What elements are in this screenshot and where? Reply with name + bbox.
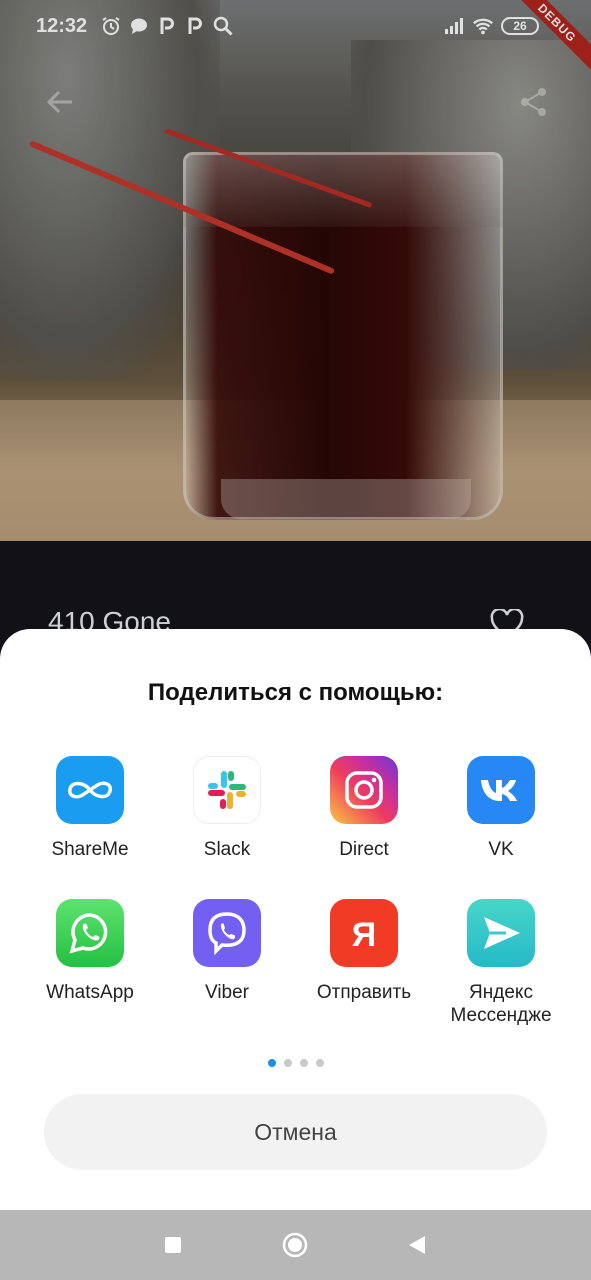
home-circle-icon[interactable] <box>282 1232 308 1258</box>
share-target-label: VK <box>488 839 514 860</box>
share-target-slack[interactable]: Slack <box>162 756 292 861</box>
viber-icon <box>193 899 261 967</box>
slack-icon <box>193 756 261 824</box>
yandex-icon: Я <box>330 899 398 967</box>
instagram-icon <box>330 756 398 824</box>
vk-icon <box>467 756 535 824</box>
page-indicator <box>0 1059 591 1067</box>
share-target-vk[interactable]: VK <box>436 756 566 861</box>
share-target-viber[interactable]: Viber <box>162 899 292 1004</box>
page-dot[interactable] <box>315 1059 324 1067</box>
svg-text:Я: Я <box>352 916 376 954</box>
share-target-label: Яндекс Мессендже <box>450 982 552 1026</box>
page-dot[interactable] <box>283 1059 292 1067</box>
share-target-whatsapp[interactable]: WhatsApp <box>25 899 155 1004</box>
share-target-label: WhatsApp <box>46 982 134 1003</box>
share-target-label: Viber <box>204 982 249 1003</box>
back-triangle-icon[interactable] <box>404 1232 430 1258</box>
share-target-yandex[interactable]: Я Отправить <box>299 899 429 1004</box>
share-target-direct[interactable]: Direct <box>299 756 429 861</box>
share-target-yandex-messenger[interactable]: Яндекс Мессендже <box>436 899 566 1027</box>
share-target-label: Direct <box>339 839 389 860</box>
page-dot-active[interactable] <box>267 1059 276 1067</box>
recents-square-icon[interactable] <box>160 1232 186 1258</box>
yandex-messenger-icon <box>467 899 535 967</box>
cancel-button[interactable]: Отмена <box>44 1094 547 1170</box>
share-sheet-title: Поделиться с помощью: <box>147 679 444 706</box>
share-target-label: Отправить <box>316 982 412 1003</box>
share-target-shareme[interactable]: ShareMe <box>25 756 155 861</box>
whatsapp-icon <box>56 899 124 967</box>
shareme-icon <box>56 756 124 824</box>
share-sheet: Поделиться с помощью: ShareMe Slack Dire… <box>0 629 591 1210</box>
share-target-label: Slack <box>203 839 251 860</box>
share-target-label: ShareMe <box>51 839 129 860</box>
page-dot[interactable] <box>299 1059 308 1067</box>
navigation-bar <box>0 1210 591 1280</box>
